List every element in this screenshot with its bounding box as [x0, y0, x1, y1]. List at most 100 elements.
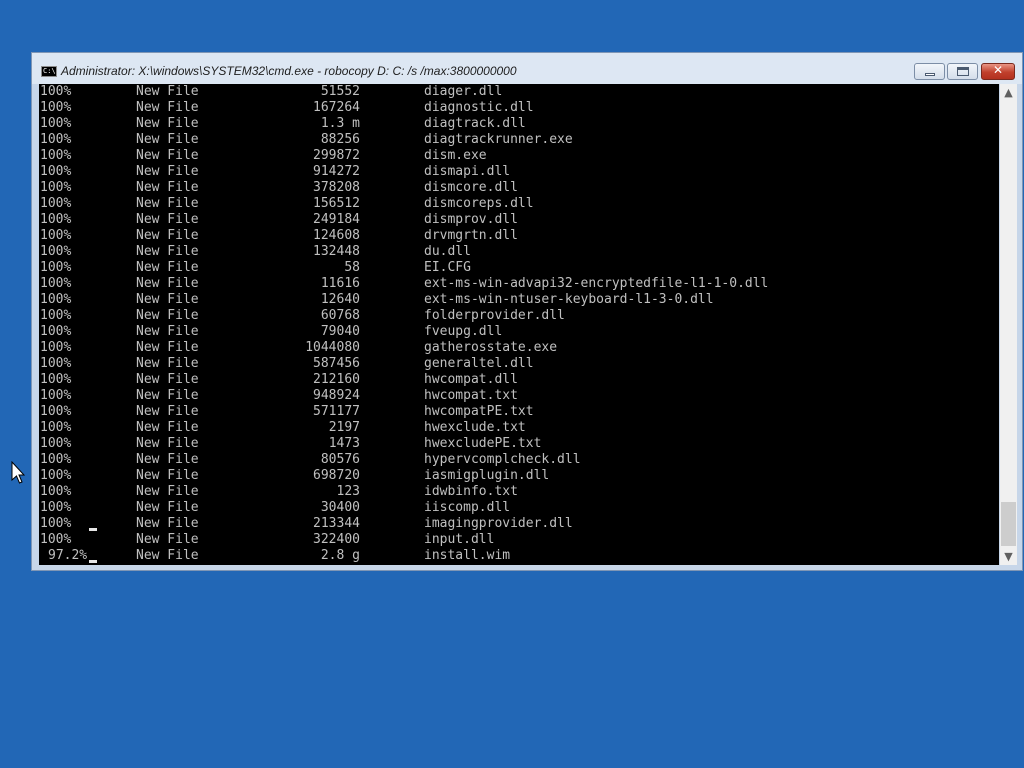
- window-title: Administrator: X:\windows\SYSTEM32\cmd.e…: [61, 64, 517, 78]
- file-name: hwexcludePE.txt: [424, 436, 542, 451]
- cmd-icon[interactable]: C:\: [41, 66, 57, 77]
- file-name: hwcompatPE.txt: [424, 404, 534, 419]
- file-size: 378208: [313, 180, 360, 195]
- file-name: input.dll: [424, 532, 495, 547]
- console-line: 100% New File 156512 dismcoreps.dll: [39, 196, 999, 212]
- copy-percent: 100%: [40, 436, 72, 451]
- console-line: 100% New File 212160 hwcompat.dll: [39, 372, 999, 388]
- file-size: 11616: [320, 276, 360, 291]
- file-size: 948924: [313, 388, 360, 403]
- console-line: 100% New File 1.3 m diagtrack.dll: [39, 116, 999, 132]
- file-size: 156512: [313, 196, 360, 211]
- vertical-scrollbar[interactable]: ▲ ▼: [1000, 84, 1017, 565]
- copy-status: New File: [136, 484, 199, 499]
- file-size: 587456: [313, 356, 360, 371]
- console-line: 100% New File 123 idwbinfo.txt: [39, 484, 999, 500]
- console-line: 100% New File 12640 ext-ms-win-ntuser-keybo…: [39, 292, 999, 308]
- copy-percent: 100%: [40, 212, 72, 227]
- file-size: 2197: [328, 420, 360, 435]
- close-icon: ✕: [992, 63, 1004, 77]
- file-name: EI.CFG: [424, 260, 471, 275]
- close-button[interactable]: ✕: [981, 63, 1015, 80]
- file-name: ext-ms-win-advapi32-encryptedfile-l1-1-0…: [424, 276, 769, 291]
- file-name: diagtrack.dll: [424, 116, 526, 131]
- copy-percent: 100%: [40, 196, 72, 211]
- copy-percent: 100%: [40, 308, 72, 323]
- minimize-button[interactable]: [914, 63, 945, 80]
- scroll-up-arrow-icon[interactable]: ▲: [1000, 84, 1017, 101]
- file-size: 51552: [320, 84, 360, 99]
- file-name: du.dll: [424, 244, 471, 259]
- copy-percent: 100%: [40, 452, 72, 467]
- cmd-icon-text: C:\: [43, 67, 56, 75]
- file-name: hwcompat.dll: [424, 372, 518, 387]
- title-bar[interactable]: C:\ Administrator: X:\windows\SYSTEM32\c…: [32, 53, 1022, 84]
- copy-status: New File: [136, 420, 199, 435]
- console-line: 100% New File 914272 dismapi.dll: [39, 164, 999, 180]
- console-line: 100% New File 378208 dismcore.dll: [39, 180, 999, 196]
- file-name: diagnostic.dll: [424, 100, 534, 115]
- file-size: 79040: [320, 324, 360, 339]
- scroll-thumb[interactable]: [1001, 502, 1016, 546]
- file-size: 299872: [313, 148, 360, 163]
- file-name: dism.exe: [424, 148, 487, 163]
- copy-status: New File: [136, 292, 199, 307]
- console-line: 100% New File 1044080 gatherosstate.exe: [39, 340, 999, 356]
- mouse-pointer-icon: [11, 461, 25, 484]
- file-name: imagingprovider.dll: [424, 516, 573, 531]
- copy-status: New File: [136, 196, 199, 211]
- console-line: 100% New File 11616 ext-ms-win-advapi32-enc…: [39, 276, 999, 292]
- console-line: 100% New File 88256 diagtrackrunner.exe: [39, 132, 999, 148]
- copy-status: New File: [136, 308, 199, 323]
- copy-percent: 100%: [40, 468, 72, 483]
- copy-status: New File: [136, 244, 199, 259]
- file-name: idwbinfo.txt: [424, 484, 518, 499]
- console-line: 100% New File 30400 iiscomp.dll: [39, 500, 999, 516]
- console-output[interactable]: 100% New File 51552 diager.dll 100% New File 1…: [39, 84, 999, 565]
- console-line: 100% New File 80576 hypervcomplcheck.dll: [39, 452, 999, 468]
- console-line: 100% New File 79040 fveupg.dll: [39, 324, 999, 340]
- maximize-button[interactable]: [947, 63, 978, 80]
- copy-status: New File: [136, 532, 199, 547]
- console-line: 100% New File 698720 iasmigplugin.dll: [39, 468, 999, 484]
- file-name: dismprov.dll: [424, 212, 518, 227]
- file-size: 698720: [313, 468, 360, 483]
- copy-status: New File: [136, 212, 199, 227]
- desktop: C:\ Administrator: X:\windows\SYSTEM32\c…: [0, 0, 1024, 768]
- console-line: 97.2% New File 2.8 g install.wim: [39, 548, 999, 564]
- copy-status: New File: [136, 84, 199, 99]
- file-name: diagtrackrunner.exe: [424, 132, 573, 147]
- file-name: install.wim: [424, 548, 511, 563]
- copy-percent: 100%: [40, 244, 72, 259]
- copy-percent: 100%: [40, 84, 72, 99]
- copy-status: New File: [136, 260, 199, 275]
- copy-status: New File: [136, 452, 199, 467]
- console-line: 100% New File 51552 diager.dll: [39, 84, 999, 100]
- file-size: 124608: [313, 228, 360, 243]
- copy-status: New File: [136, 436, 199, 451]
- text-cursor: [89, 560, 97, 563]
- file-size: 167264: [313, 100, 360, 115]
- file-name: gatherosstate.exe: [424, 340, 558, 355]
- file-name: generaltel.dll: [424, 356, 534, 371]
- copy-percent: 100%: [40, 116, 72, 131]
- copy-percent: 100%: [40, 180, 72, 195]
- console-line: 100% New File 249184 dismprov.dll: [39, 212, 999, 228]
- console-line: 100% New File 587456 generaltel.dll: [39, 356, 999, 372]
- file-name: hwcompat.txt: [424, 388, 518, 403]
- file-name: dismcoreps.dll: [424, 196, 534, 211]
- copy-status: New File: [136, 164, 199, 179]
- file-size: 12640: [320, 292, 360, 307]
- file-size: 123: [336, 484, 360, 499]
- copy-status: New File: [136, 324, 199, 339]
- copy-percent: 100%: [40, 532, 72, 547]
- copy-percent: 97.2%: [48, 548, 88, 563]
- file-name: hypervcomplcheck.dll: [424, 452, 581, 467]
- file-name: dismcore.dll: [424, 180, 518, 195]
- scroll-down-arrow-icon[interactable]: ▼: [1000, 548, 1017, 565]
- console-line: 100% New File 124608 drvmgrtn.dll: [39, 228, 999, 244]
- copy-percent: 100%: [40, 404, 72, 419]
- file-name: drvmgrtn.dll: [424, 228, 518, 243]
- file-size: 571177: [313, 404, 360, 419]
- console-line: 100% New File 60768 folderprovider.dll: [39, 308, 999, 324]
